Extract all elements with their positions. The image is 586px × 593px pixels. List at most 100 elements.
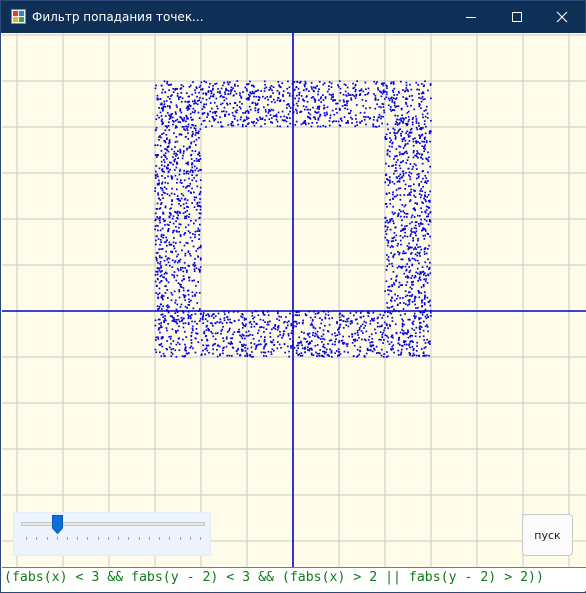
sample-point [359, 312, 362, 314]
sample-point [351, 321, 353, 324]
sample-point [418, 262, 420, 265]
sample-point [206, 349, 209, 352]
sample-point [170, 355, 173, 357]
sample-point [421, 313, 424, 316]
sample-point [157, 336, 159, 338]
expression-input[interactable]: (fabs(x) < 3 && fabs(y - 2) < 3 && (fabs… [2, 567, 586, 591]
sample-point [208, 86, 210, 88]
sample-point [258, 99, 260, 101]
sample-point [238, 328, 240, 331]
sample-point [343, 104, 346, 106]
sample-point [320, 101, 322, 103]
sample-point [414, 196, 417, 198]
sample-point [225, 110, 228, 113]
sample-point [210, 92, 213, 95]
sample-point [239, 341, 241, 343]
sample-point [262, 351, 265, 354]
sample-point [406, 333, 408, 335]
sample-point [428, 130, 431, 132]
sample-point [210, 315, 213, 317]
sample-point [281, 336, 283, 339]
maximize-button[interactable] [494, 1, 540, 33]
sample-point [226, 316, 229, 318]
sample-point [384, 136, 387, 138]
sample-point [201, 88, 204, 91]
sample-point [414, 224, 417, 227]
sample-point [253, 320, 255, 323]
sample-point [157, 154, 159, 157]
sample-point [392, 336, 394, 339]
sample-point [191, 93, 193, 96]
sample-point [217, 312, 220, 315]
sample-point [202, 97, 204, 100]
slider-tick [159, 537, 161, 540]
sample-point [172, 91, 175, 93]
sample-point [298, 342, 300, 344]
sample-point [187, 317, 190, 320]
run-button[interactable]: пуск [522, 514, 573, 556]
sample-point [164, 224, 166, 226]
sample-point [299, 355, 302, 357]
sample-point [317, 125, 319, 128]
sample-point [176, 255, 178, 258]
sample-point [222, 349, 224, 352]
sample-point [418, 223, 420, 225]
sample-point [404, 265, 407, 268]
sample-point [420, 187, 423, 190]
sample-point [392, 205, 394, 208]
sample-point [182, 322, 185, 325]
sample-point [195, 196, 198, 199]
sample-point [207, 344, 210, 347]
slider-track[interactable] [21, 522, 205, 526]
title-bar[interactable]: Фильтр попадания точек... [1, 1, 585, 33]
sample-point [326, 106, 329, 108]
sample-point [407, 304, 409, 307]
sample-point [207, 313, 210, 316]
sample-point [405, 84, 408, 87]
sample-point [323, 346, 326, 349]
sample-point [418, 327, 421, 330]
sample-point [184, 215, 186, 218]
density-slider[interactable] [13, 512, 211, 556]
sample-point [404, 145, 406, 147]
close-button[interactable] [539, 1, 585, 33]
sample-point [181, 355, 184, 357]
sample-point [166, 258, 168, 261]
sample-point [335, 350, 338, 352]
sample-point [225, 97, 228, 100]
sample-point [235, 111, 238, 114]
sample-point [228, 329, 230, 332]
slider-thumb-icon[interactable] [51, 515, 63, 535]
sample-point [349, 94, 352, 96]
sample-point [287, 92, 289, 94]
sample-point [270, 95, 272, 97]
sample-point [351, 333, 354, 336]
slider-tick [128, 537, 130, 540]
sample-point [182, 212, 185, 215]
minimize-button[interactable] [448, 1, 494, 33]
sample-point [156, 270, 159, 273]
sample-point [249, 91, 251, 94]
sample-point [163, 272, 166, 275]
sample-point [166, 289, 169, 291]
sample-point [165, 188, 168, 190]
sample-point [365, 100, 367, 102]
sample-point [163, 241, 166, 244]
sample-point [276, 341, 279, 343]
sample-point [156, 259, 158, 262]
sample-point [280, 316, 282, 318]
sample-point [415, 164, 417, 167]
sample-point [257, 329, 260, 332]
sample-point [191, 327, 194, 330]
sample-point [414, 208, 416, 211]
sample-point [365, 352, 368, 355]
sample-point [357, 334, 359, 336]
sample-point [370, 349, 372, 352]
sample-point [296, 105, 299, 107]
sample-point [371, 341, 374, 343]
sample-point [283, 119, 285, 122]
sample-point [214, 112, 217, 115]
plot-canvas[interactable] [2, 33, 586, 567]
sample-point [169, 105, 171, 107]
sample-point [189, 236, 192, 239]
